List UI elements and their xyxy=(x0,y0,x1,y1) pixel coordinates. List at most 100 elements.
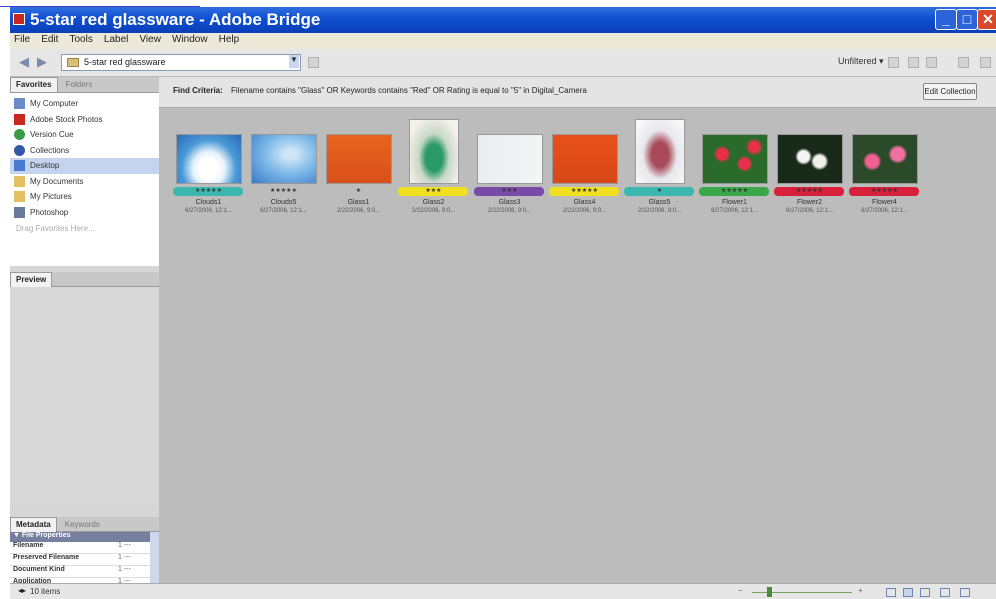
favorite-label: My Computer xyxy=(30,99,79,109)
thumbnail-date: 6/27/2006, 12:1... xyxy=(786,208,833,214)
zoom-in-icon[interactable]: + xyxy=(858,586,863,595)
thumbnail-image[interactable] xyxy=(776,134,843,184)
favorite-label: My Documents xyxy=(30,176,84,186)
favorite-collections[interactable]: Collections xyxy=(10,143,159,159)
tab-keywords[interactable]: Keywords xyxy=(60,518,105,533)
toolbar: ◀ ▶ 5-star red glassware ▼ Unfiltered ▾ xyxy=(10,49,996,77)
window-title: 5-star red glassware - Adobe Bridge xyxy=(30,10,321,29)
toggle-panels-icon[interactable]: ◂▸ xyxy=(18,586,26,595)
favorite-adobe-stock-photos[interactable]: Adobe Stock Photos xyxy=(10,112,159,128)
menu-label[interactable]: Label xyxy=(100,33,132,46)
tab-folders[interactable]: Folders xyxy=(61,78,98,93)
content-panel: Find Criteria: Filename contains "Glass"… xyxy=(159,77,996,583)
rating-stars[interactable]: ★★★★★ xyxy=(697,187,772,196)
list-view-icon[interactable] xyxy=(960,588,970,597)
thumbnail-filename: Clouds5 xyxy=(270,199,297,206)
tab-preview[interactable]: Preview xyxy=(10,272,53,287)
title-bar: 5-star red glassware - Adobe Bridge _ □ … xyxy=(10,7,996,33)
slider-knob[interactable] xyxy=(767,587,772,597)
compact-mode-icon[interactable] xyxy=(980,57,991,68)
rating-stars[interactable]: ★★★ xyxy=(396,187,471,196)
thumbnail-item[interactable]: ★★★★★ Glass4 2/22/2006, 9:0... xyxy=(547,77,622,237)
favorite-desktop[interactable]: Desktop xyxy=(10,158,159,174)
back-arrow-icon[interactable]: ◀ xyxy=(19,54,29,70)
new-folder-icon[interactable] xyxy=(888,57,899,68)
menu-window[interactable]: Window xyxy=(168,33,212,46)
file-properties-header[interactable]: ▼ File Properties xyxy=(10,532,159,542)
favorite-my-documents[interactable]: My Documents xyxy=(10,174,159,190)
favorites-list: My Computer Adobe Stock Photos Version C… xyxy=(10,93,159,266)
rating-stars[interactable]: ★★★★★ xyxy=(246,187,321,196)
menu-tools[interactable]: Tools xyxy=(65,33,96,46)
thumbnail-item[interactable]: ★★★ Glass2 2/22/2006, 9:0... xyxy=(396,77,471,237)
thumbnail-date: 2/22/2006, 9:0... xyxy=(411,208,456,214)
maximize-button[interactable]: □ xyxy=(956,9,978,30)
rating-stars[interactable]: ★★★★★ xyxy=(847,187,922,196)
collections-icon xyxy=(14,144,25,156)
thumbnail-item[interactable]: ★★★★★ Clouds1 6/27/2006, 12:1... xyxy=(171,77,246,237)
thumbnail-item[interactable]: ★★★★★ Flower4 6/27/2006, 12:1... xyxy=(847,77,922,237)
path-dropdown[interactable]: 5-star red glassware xyxy=(61,54,301,71)
path-text: 5-star red glassware xyxy=(84,57,166,67)
thumbnail-image[interactable] xyxy=(634,119,685,184)
tab-metadata[interactable]: Metadata xyxy=(10,517,57,532)
menu-file[interactable]: File xyxy=(10,33,34,46)
forward-arrow-icon[interactable]: ▶ xyxy=(37,54,47,70)
filter-menu[interactable]: Unfiltered ▾ xyxy=(838,56,884,67)
thumbnail-date: 6/27/2006, 12:1... xyxy=(260,208,307,214)
thumbnail-item[interactable]: ★★★ Glass3 2/22/2006, 9:0... xyxy=(472,77,547,237)
rating-stars[interactable]: ★★★★★ xyxy=(171,187,246,196)
meta-value: 1 --- xyxy=(118,554,131,561)
thumbnail-item[interactable]: ★ Glass1 2/22/2006, 9:0... xyxy=(321,77,396,237)
thumbnail-image[interactable] xyxy=(851,134,918,184)
thumbnail-item[interactable]: ★★★★★ Flower1 6/27/2006, 12:1... xyxy=(697,77,772,237)
versions-view-icon[interactable] xyxy=(940,588,950,597)
tab-favorites[interactable]: Favorites xyxy=(10,77,58,92)
meta-key: Preserved Filename xyxy=(13,554,80,561)
minimize-button[interactable]: _ xyxy=(935,9,957,30)
left-panel: Favorites Folders My Computer Adobe Stoc… xyxy=(10,77,159,599)
thumbnail-image[interactable] xyxy=(551,134,618,184)
thumbnail-filename: Flower2 xyxy=(797,199,822,206)
rating-stars[interactable]: ★★★★★ xyxy=(547,187,622,196)
zoom-out-icon[interactable]: − xyxy=(738,586,743,595)
favorite-photoshop[interactable]: Photoshop xyxy=(10,205,159,221)
thumbnail-image[interactable] xyxy=(250,134,317,184)
menu-help[interactable]: Help xyxy=(215,33,244,46)
edit-collection-button[interactable]: Edit Collection xyxy=(923,83,977,100)
thumbnail-item[interactable]: ★★★★★ Flower2 6/27/2006, 12:1... xyxy=(772,77,847,237)
favorite-version-cue[interactable]: Version Cue xyxy=(10,127,159,143)
favorite-my-pictures[interactable]: My Pictures xyxy=(10,189,159,205)
thumbnail-image[interactable] xyxy=(175,134,242,184)
rating-stars[interactable]: ★ xyxy=(321,187,396,196)
thumbnail-date: 2/22/2006, 9:0... xyxy=(487,208,532,214)
rating-stars[interactable]: ★★★ xyxy=(472,187,547,196)
version-cue-icon xyxy=(14,129,25,141)
preview-panel xyxy=(10,287,159,505)
thumbnail-date: 6/27/2006, 12:1... xyxy=(861,208,908,214)
close-button[interactable]: ✕ xyxy=(977,9,996,30)
menu-view[interactable]: View xyxy=(135,33,165,46)
thumbnail-item[interactable]: ★ Glass5 2/22/2006, 9:0... xyxy=(622,77,697,237)
details-view-icon[interactable] xyxy=(920,588,930,597)
thumbnail-image[interactable] xyxy=(476,134,543,184)
meta-row: Document Kind 1 --- xyxy=(10,566,159,578)
rotate-left-icon[interactable] xyxy=(908,57,919,68)
delete-icon[interactable] xyxy=(958,57,969,68)
path-dropdown-arrow-icon[interactable]: ▼ xyxy=(289,55,299,68)
thumbnail-date: 6/27/2006, 12:1... xyxy=(185,208,232,214)
thumbnail-item[interactable]: ★★★★★ Clouds5 6/27/2006, 12:1... xyxy=(246,77,321,237)
favorites-tab-bar: Favorites Folders xyxy=(10,77,159,93)
thumbnail-image[interactable] xyxy=(408,119,459,184)
rating-stars[interactable]: ★★★★★ xyxy=(772,187,847,196)
thumbnail-view-icon[interactable] xyxy=(886,588,896,597)
up-folder-icon[interactable] xyxy=(308,57,319,68)
rating-stars[interactable]: ★ xyxy=(622,187,697,196)
thumbnail-image[interactable] xyxy=(325,134,392,184)
filmstrip-view-icon[interactable] xyxy=(903,588,913,597)
desktop-icon xyxy=(14,160,25,172)
rotate-right-icon[interactable] xyxy=(926,57,937,68)
favorite-my-computer[interactable]: My Computer xyxy=(10,96,159,112)
thumbnail-image[interactable] xyxy=(701,134,768,184)
menu-edit[interactable]: Edit xyxy=(37,33,62,46)
